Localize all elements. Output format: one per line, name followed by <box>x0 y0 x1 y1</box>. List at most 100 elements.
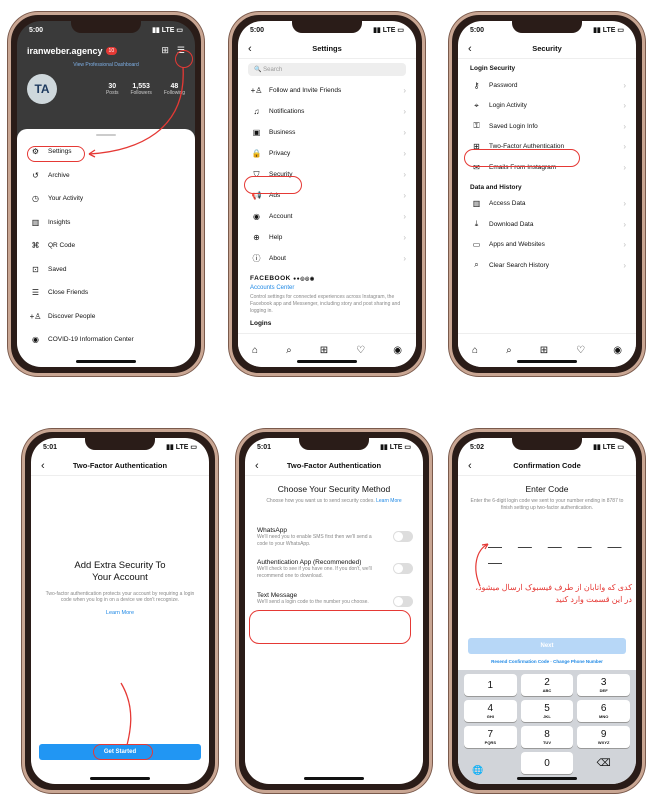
menu-item-about[interactable]: ⓘ About › <box>238 248 416 269</box>
home-icon[interactable]: ⌂ <box>472 345 478 356</box>
download-data-icon: ⤓ <box>474 219 479 229</box>
back-icon[interactable]: ‹ <box>468 43 472 55</box>
chevron-right-icon: › <box>403 191 406 200</box>
new-post-icon[interactable]: ⊞ <box>540 345 548 356</box>
notifications-icon: ♫ <box>253 107 260 116</box>
access-data-icon: ▥ <box>472 199 481 209</box>
chevron-right-icon: › <box>623 142 626 152</box>
chevron-right-icon: › <box>403 233 406 242</box>
resend-links[interactable]: Resend Confirmation Code · Change Phone … <box>458 659 636 664</box>
chevron-right-icon: › <box>623 80 626 90</box>
menu-item-label: About <box>269 255 286 262</box>
key-letters: TUV <box>542 740 551 745</box>
option-authentication-app-recommended[interactable]: Authentication App (Recommended) We'll ch… <box>245 555 423 588</box>
key-0[interactable]: 0 <box>520 752 574 774</box>
option-whatsapp[interactable]: WhatsApp We'll need you to enable SMS fir… <box>245 523 423 556</box>
option-label: WhatsApp <box>257 526 287 534</box>
menu-item-label: Login Activity <box>489 102 527 110</box>
menu-item-saved-login-info[interactable]: ⚿ Saved Login Info › <box>458 116 636 137</box>
highlight-security <box>244 176 302 194</box>
menu-item-clear-search-history[interactable]: ⌕ Clear Search History › <box>458 255 636 276</box>
notch <box>292 21 362 33</box>
key-digit: 9 <box>600 729 607 740</box>
login-activity-icon: ⌖ <box>474 100 479 110</box>
back-icon[interactable]: ‹ <box>248 43 252 55</box>
learn-more-link[interactable]: Learn More <box>376 498 402 504</box>
menu-item-label: Account <box>269 213 293 220</box>
key-digit: 4 <box>487 703 494 714</box>
status-icons: ▮▮ LTE ▭ <box>593 27 624 34</box>
menu-item-login-activity[interactable]: ⌖ Login Activity › <box>458 96 636 117</box>
toggle-switch[interactable] <box>393 595 413 607</box>
status-icons: ▮▮ LTE ▭ <box>373 27 404 34</box>
back-icon[interactable]: ‹ <box>255 460 259 472</box>
menu-item-privacy[interactable]: 🔒 Privacy › <box>238 143 416 164</box>
key-6[interactable]: 6 MNO <box>577 700 630 722</box>
menu-item-follow-and-invite-friends[interactable]: +♙ Follow and Invite Friends › <box>238 80 416 101</box>
key-digit: 5 <box>544 703 550 714</box>
saved-login-info-icon: ⚿ <box>473 121 480 131</box>
key-3[interactable]: 3 DEF <box>577 674 630 696</box>
key-digit: 3 <box>600 677 607 688</box>
chevron-right-icon: › <box>623 199 626 209</box>
status-time: 5:00 <box>250 26 265 34</box>
numeric-keypad: 1 2 ABC 3 DEF 4 GHI 5 JKL 6 MNO 7 PQRS 8 TUV 9 WXYZ 0 ⌫ <box>458 670 636 784</box>
key-9[interactable]: 9 WXYZ <box>577 726 630 748</box>
heart-icon[interactable]: ♡ <box>356 345 365 356</box>
search-icon[interactable]: ⌕ <box>506 345 512 356</box>
account-icon: ◉ <box>253 212 260 221</box>
chevron-right-icon: › <box>623 162 626 172</box>
key-letters: DEF <box>599 688 608 693</box>
page-title: Two-Factor Authentication <box>286 461 382 470</box>
menu-item-password[interactable]: ⚷ Password › <box>458 75 636 96</box>
red-arrow <box>88 66 184 158</box>
menu-item-access-data[interactable]: ▥ Access Data › <box>458 194 636 215</box>
menu-item-download-data[interactable]: ⤓ Download Data › <box>458 214 636 235</box>
status-time: 5:00 <box>470 26 485 34</box>
menu-item-label: Business <box>269 129 296 136</box>
profile-icon[interactable]: ◉ <box>613 345 622 356</box>
next-button[interactable]: Next <box>468 638 626 654</box>
toggle-switch[interactable] <box>393 530 413 542</box>
menu-item-label: Notifications <box>269 108 305 115</box>
page-title: Security <box>532 44 562 53</box>
chevron-right-icon: › <box>403 212 406 221</box>
home-icon[interactable]: ⌂ <box>252 345 258 356</box>
menu-item-apps-and-websites[interactable]: ▭ Apps and Websites › <box>458 235 636 256</box>
key-8[interactable]: 8 TUV <box>520 726 574 748</box>
key-5[interactable]: 5 JKL <box>520 700 574 722</box>
menu-item-label: Follow and Invite Friends <box>269 87 342 94</box>
accounts-center-description: Control settings for connected experienc… <box>250 294 401 314</box>
menu-item-business[interactable]: ▣ Business › <box>238 122 416 143</box>
key-4[interactable]: 4 GHI <box>464 700 517 722</box>
heart-icon[interactable]: ♡ <box>576 345 585 356</box>
menu-item-help[interactable]: ⊕ Help › <box>238 227 416 248</box>
menu-item-account[interactable]: ◉ Account › <box>238 206 416 227</box>
menu-item-label: Access Data <box>489 200 526 208</box>
key-letters: MNO <box>598 714 609 719</box>
toggle-switch[interactable] <box>393 563 413 575</box>
profile-icon[interactable]: ◉ <box>393 345 402 356</box>
chevron-right-icon: › <box>403 149 406 158</box>
accounts-center-link[interactable]: Accounts Center <box>250 285 404 291</box>
menu-item-notifications[interactable]: ♫ Notifications › <box>238 101 416 122</box>
backspace-key[interactable]: ⌫ <box>577 752 630 774</box>
key-2[interactable]: 2 ABC <box>520 674 574 696</box>
option-label: Authentication App (Recommended) <box>257 559 362 567</box>
chevron-right-icon: › <box>403 254 406 263</box>
search-input[interactable]: 🔍 Search <box>248 63 406 76</box>
option-label: Text Message <box>257 591 298 599</box>
key-1[interactable]: 1 <box>464 674 517 696</box>
menu-item-label: Apps and Websites <box>489 241 545 249</box>
search-icon[interactable]: ⌕ <box>286 345 292 356</box>
notch <box>512 21 582 33</box>
phone-confirmation-code: 5:02 ▮▮ LTE ▭ ‹ Confirmation Code Enter Co… <box>449 429 645 793</box>
menu-item-label: Password <box>489 81 518 89</box>
privacy-icon: 🔒 <box>251 149 262 158</box>
globe-icon[interactable]: 🌐 <box>472 765 483 776</box>
home-indicator <box>76 360 136 363</box>
chevron-right-icon: › <box>403 86 406 95</box>
menu-item-label: Download Data <box>489 220 534 228</box>
new-post-icon[interactable]: ⊞ <box>320 345 328 356</box>
key-7[interactable]: 7 PQRS <box>464 726 517 748</box>
